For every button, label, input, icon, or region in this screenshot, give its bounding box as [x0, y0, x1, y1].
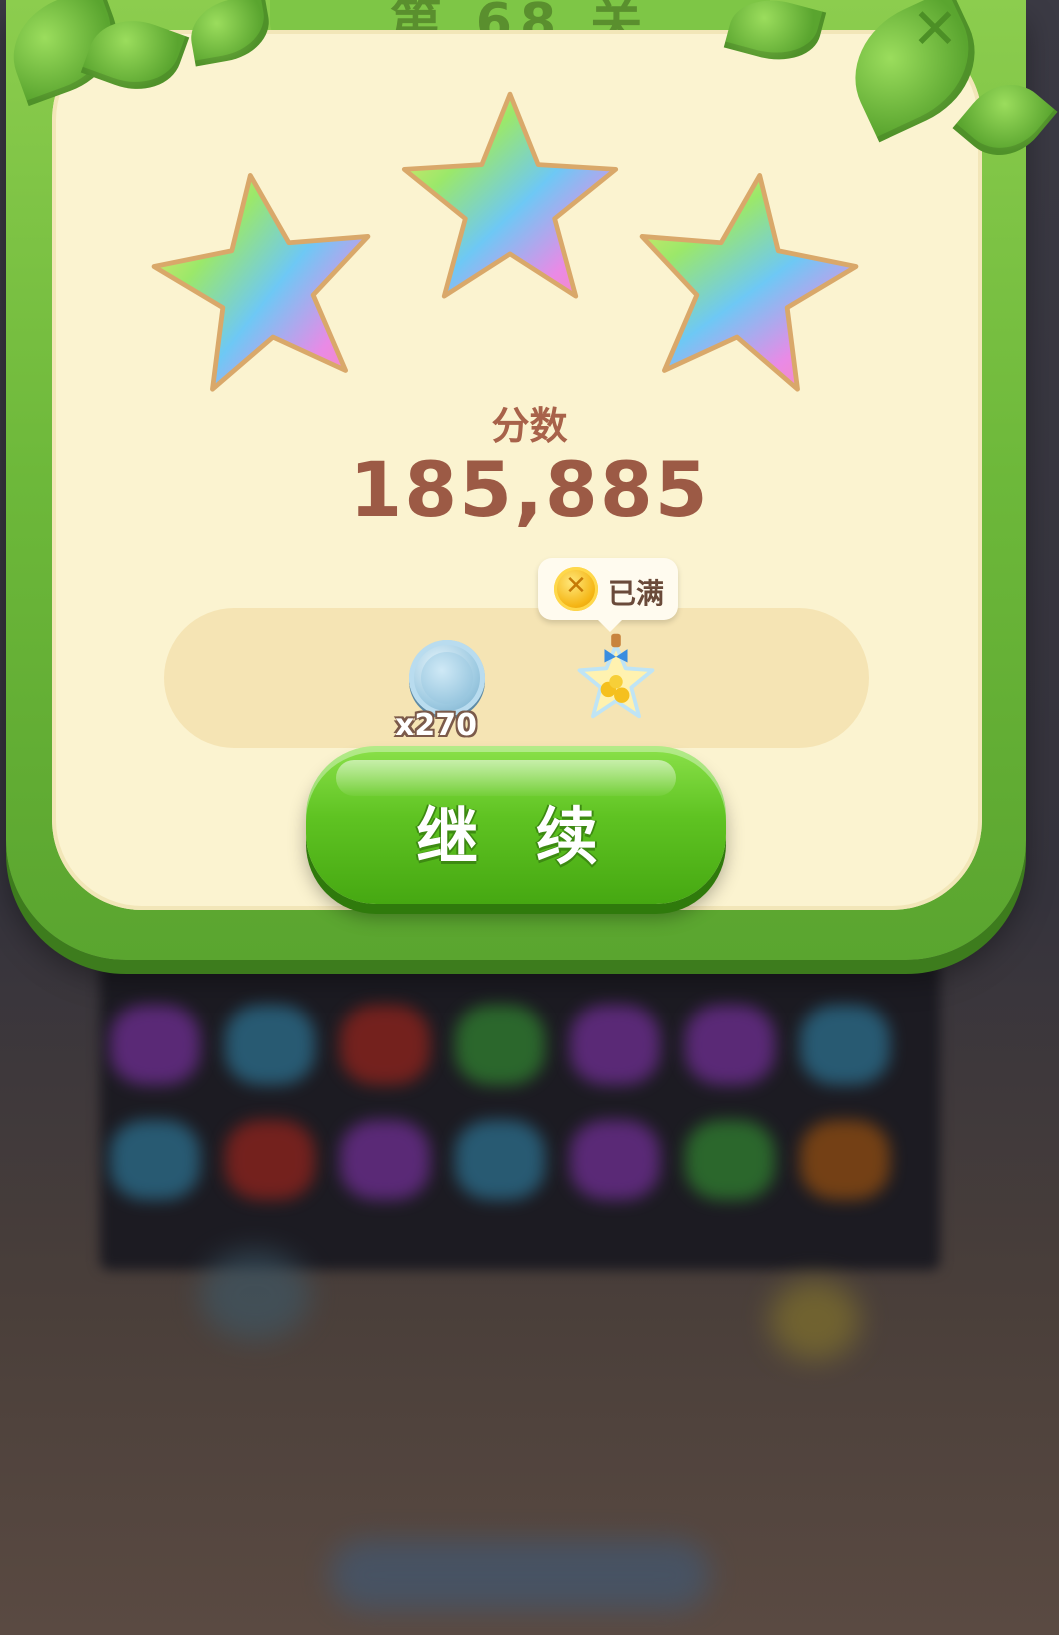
continue-button[interactable]: 继 续 [306, 746, 726, 904]
star-1-icon [151, 173, 371, 392]
blurred-decoration [770, 1280, 860, 1360]
gold-coin-icon: ✕ [554, 567, 598, 611]
continue-label: 继 续 [416, 800, 616, 873]
close-icon: ✕ [911, 0, 959, 62]
gem [110, 1120, 200, 1200]
score-value: 185,885 [349, 445, 710, 534]
jar-status: 已满 [608, 577, 665, 610]
gem [570, 1005, 660, 1085]
gem [455, 1005, 545, 1085]
gem [340, 1120, 430, 1200]
coin-jar-icon [577, 633, 655, 719]
gem [225, 1120, 315, 1200]
gem [800, 1120, 890, 1200]
score-label: 分数 [491, 404, 568, 448]
coin-count: x270 [395, 708, 477, 743]
blurred-decoration [330, 1540, 710, 1610]
blurred-decoration [200, 1250, 310, 1340]
star-3-icon [639, 173, 859, 392]
gem [685, 1120, 775, 1200]
gem [225, 1005, 315, 1085]
gem [455, 1120, 545, 1200]
gem [570, 1120, 660, 1200]
silver-coin-icon [409, 640, 485, 716]
gem [340, 1005, 430, 1085]
star-2-icon [401, 91, 619, 299]
close-button[interactable]: ✕ [905, 0, 965, 60]
gem [685, 1005, 775, 1085]
gem [800, 1005, 890, 1085]
reward-tray [164, 608, 869, 748]
gem [110, 1005, 200, 1085]
jar-full-tooltip: ✕ 已满 [538, 558, 678, 632]
